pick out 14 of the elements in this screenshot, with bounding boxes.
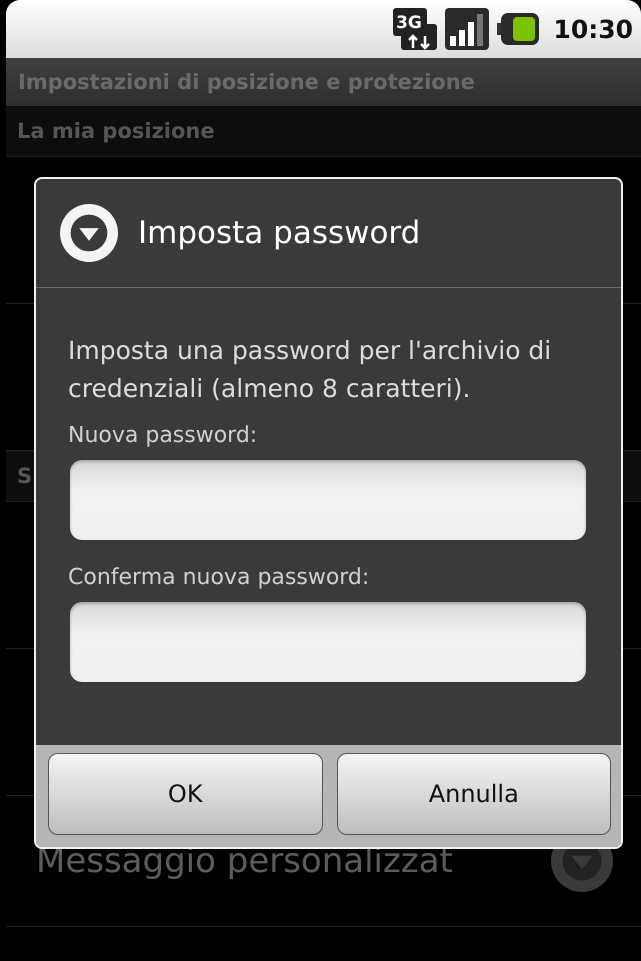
- dialog-message: Imposta una password per l'archivio di credenziali (almeno 8 caratteri).: [68, 335, 552, 405]
- dialog-button[interactable]: Annulla: [336, 753, 611, 835]
- clock-time: 10:30: [553, 14, 633, 44]
- category-title: La mia posizione: [17, 119, 215, 143]
- password-field[interactable]: [70, 460, 586, 540]
- dialog-title: Imposta password: [138, 215, 420, 251]
- category-title: S: [17, 464, 32, 488]
- field-label: Nuova password:: [68, 422, 258, 450]
- password-field[interactable]: [70, 602, 586, 682]
- dropdown-icon: [60, 204, 118, 262]
- battery-icon: [497, 13, 540, 45]
- field-label: Conferma nuova password:: [68, 564, 370, 592]
- signal-icon: [445, 8, 490, 50]
- dialog-button[interactable]: OK: [48, 753, 322, 835]
